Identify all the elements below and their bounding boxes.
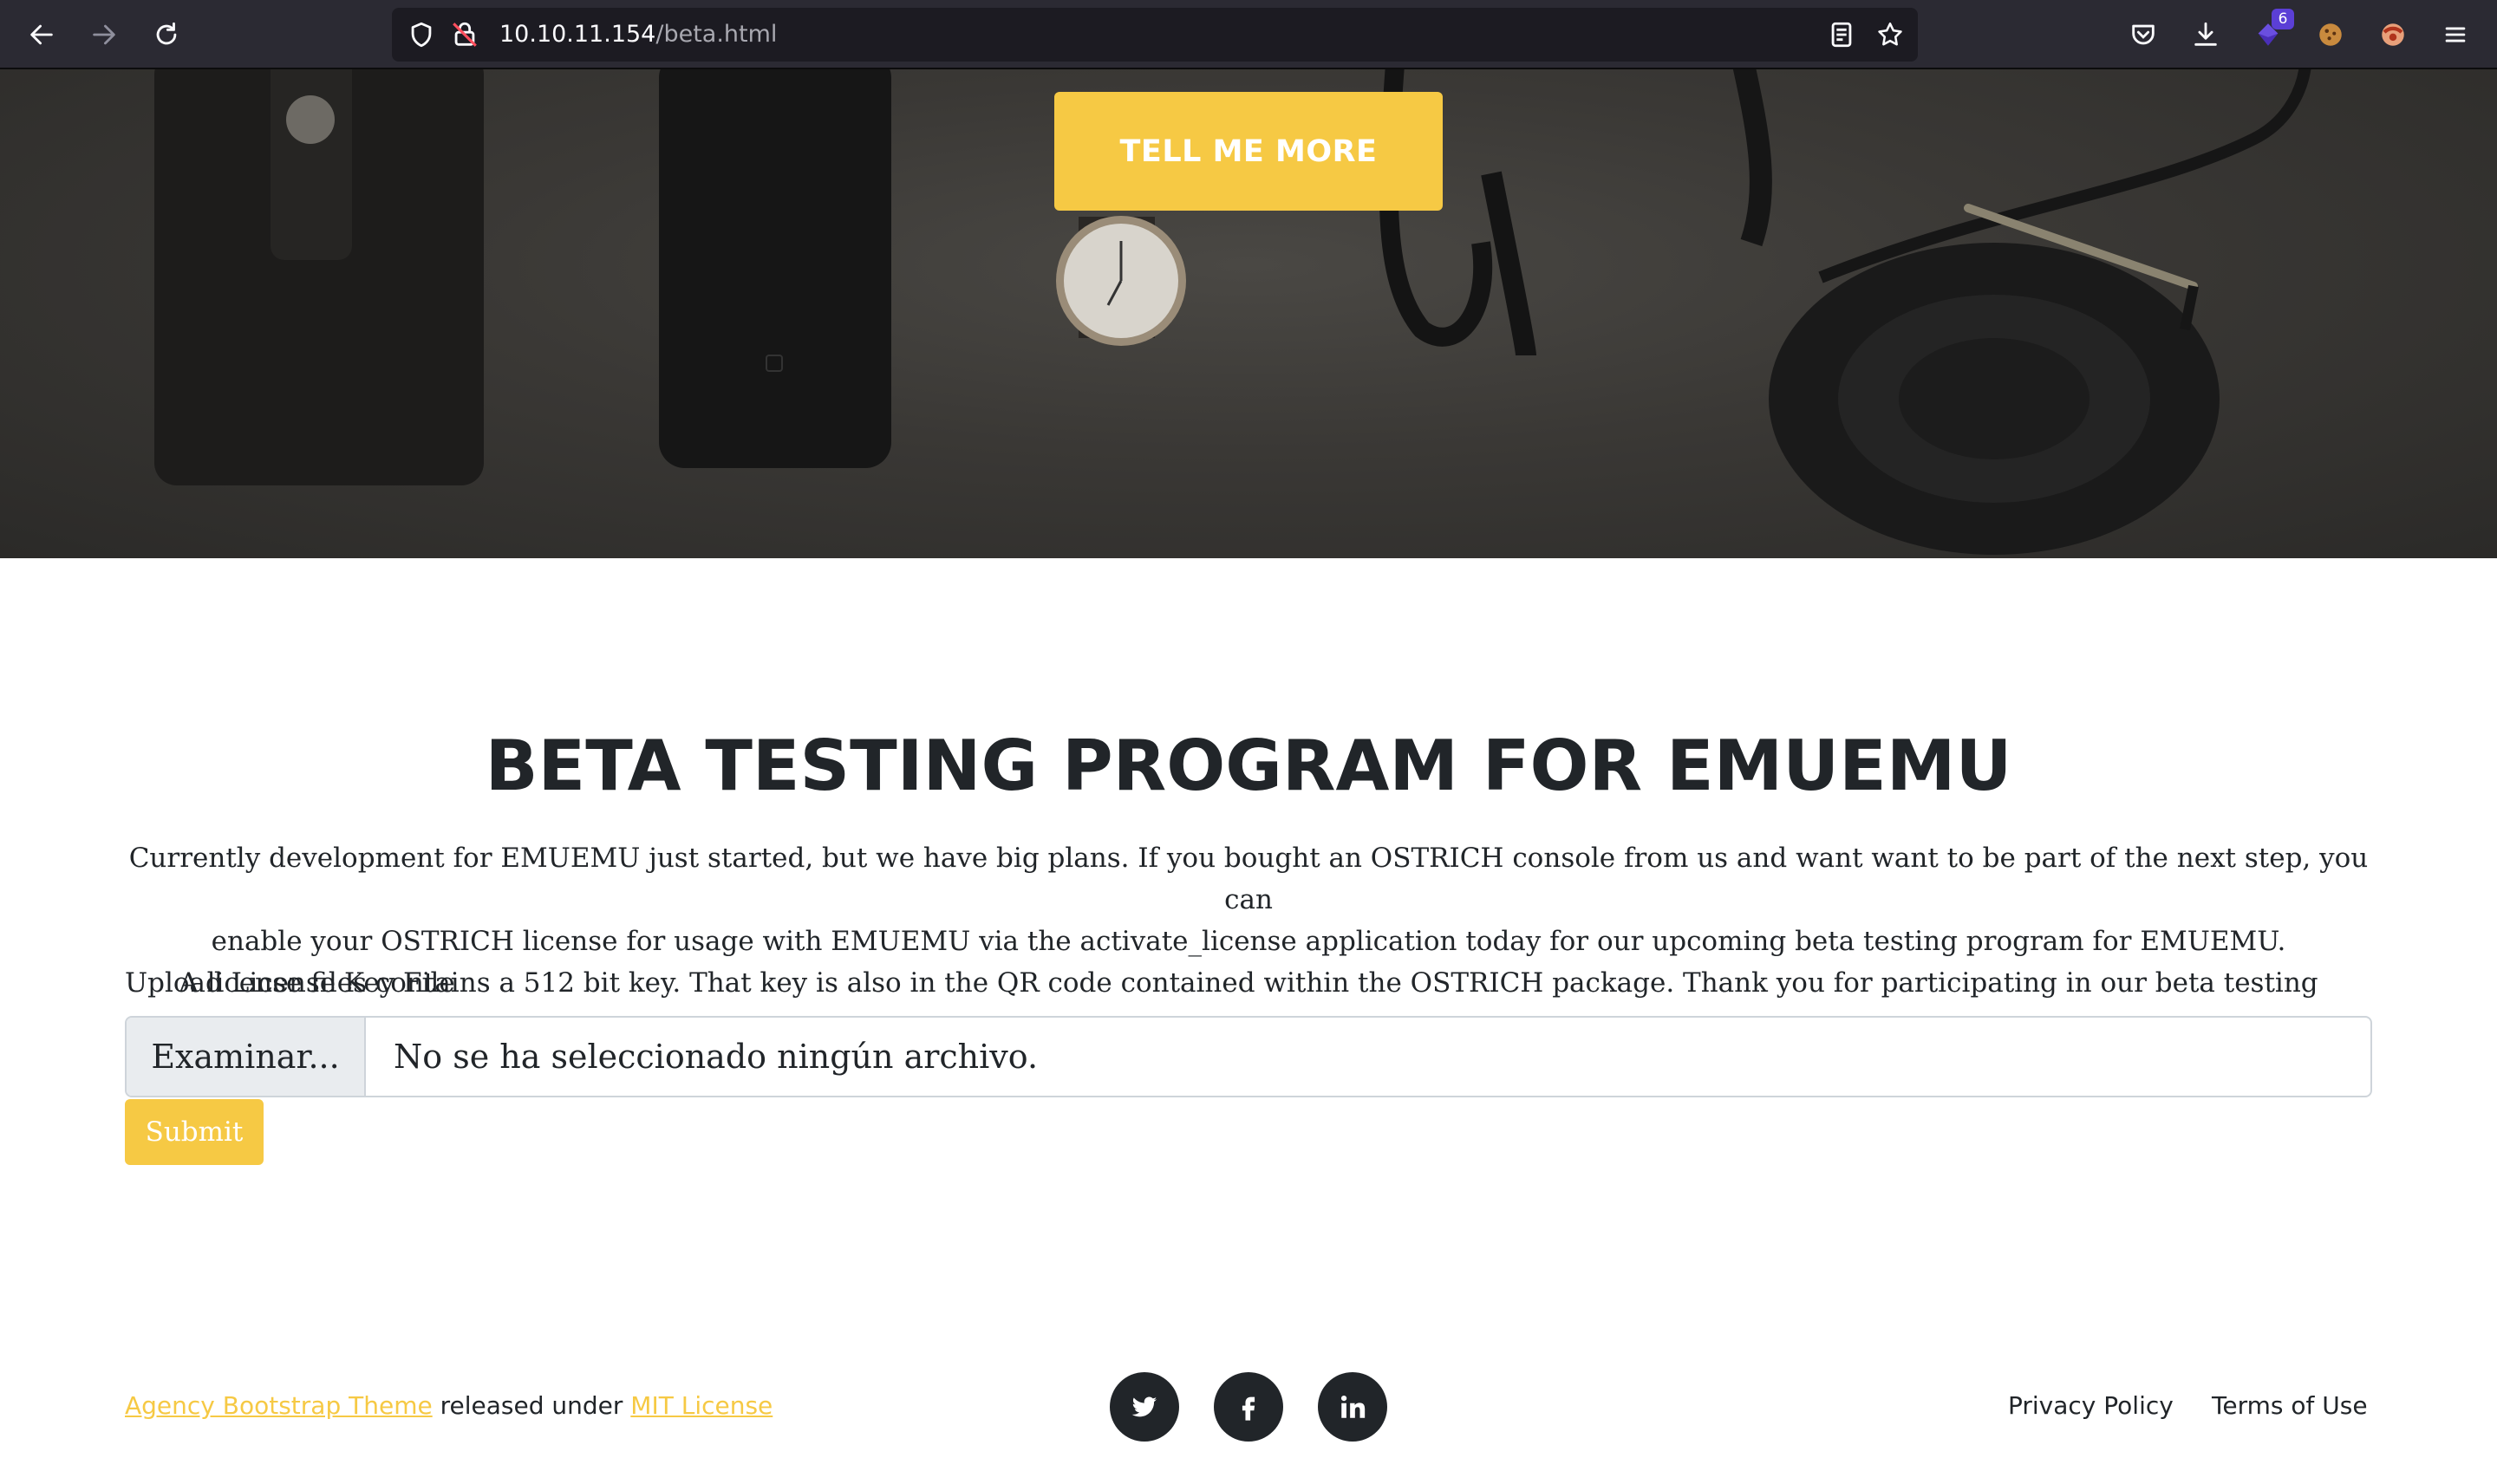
url-path: /beta.html <box>655 21 778 48</box>
url-text[interactable]: 10.10.11.154/beta.html <box>499 8 777 62</box>
footer-copyright: Agency Bootstrap Theme released under MI… <box>125 1387 773 1425</box>
privacy-policy-link[interactable]: Privacy Policy <box>2008 1387 2174 1425</box>
browser-toolbar: 10.10.11.154/beta.html 6 <box>0 0 2497 69</box>
upload-license-label: Upload License Key File <box>125 967 455 999</box>
submit-button[interactable]: Submit <box>125 1099 264 1165</box>
terms-of-use-link[interactable]: Terms of Use <box>2212 1387 2368 1425</box>
page-title: BETA TESTING PROGRAM FOR EMUEMU <box>485 726 2012 806</box>
cookie-icon[interactable] <box>2310 14 2351 55</box>
released-under-text: released under <box>432 1391 631 1420</box>
paragraph-line: enable your OSTRICH license for usage wi… <box>211 926 2286 957</box>
twitter-button[interactable] <box>1110 1372 1179 1442</box>
linkedin-icon <box>1340 1395 1366 1418</box>
agency-theme-link[interactable]: Agency Bootstrap Theme <box>125 1391 433 1420</box>
download-icon[interactable] <box>2185 14 2226 55</box>
reload-icon[interactable] <box>146 14 187 55</box>
bookmark-star-icon[interactable] <box>1869 14 1911 55</box>
extension-icon-2[interactable] <box>2372 14 2414 55</box>
linkedin-button[interactable] <box>1318 1372 1387 1442</box>
url-bar[interactable]: 10.10.11.154/beta.html <box>392 8 1918 62</box>
extension-icon[interactable]: 6 <box>2247 9 2294 55</box>
facebook-button[interactable] <box>1214 1372 1283 1442</box>
shield-icon[interactable] <box>401 14 442 55</box>
insecure-lock-icon[interactable] <box>444 14 486 55</box>
back-icon[interactable] <box>21 14 62 55</box>
pocket-icon[interactable] <box>2122 14 2164 55</box>
url-host: 10.10.11.154 <box>499 21 656 48</box>
file-status-text: No se ha seleccionado ningún archivo. <box>394 1038 1039 1076</box>
forward-icon[interactable] <box>83 14 125 55</box>
paragraph-line: Currently development for EMUEMU just st… <box>128 843 2369 915</box>
mit-license-link[interactable]: MIT License <box>630 1391 773 1420</box>
browse-button[interactable]: Examinar... <box>127 1018 366 1096</box>
tell-me-more-button[interactable]: Tell Me More <box>1054 92 1443 211</box>
extension-badge: 6 <box>2272 9 2294 29</box>
intro-paragraph: Currently development for EMUEMU just st… <box>125 837 2372 1045</box>
hero-section: Tell Me More <box>0 69 2497 558</box>
license-file-input[interactable]: Examinar... No se ha seleccionado ningún… <box>125 1016 2372 1097</box>
reader-view-icon[interactable] <box>1821 14 1862 55</box>
menu-icon[interactable] <box>2435 14 2476 55</box>
twitter-icon <box>1131 1396 1157 1417</box>
facebook-icon <box>1242 1396 1255 1421</box>
